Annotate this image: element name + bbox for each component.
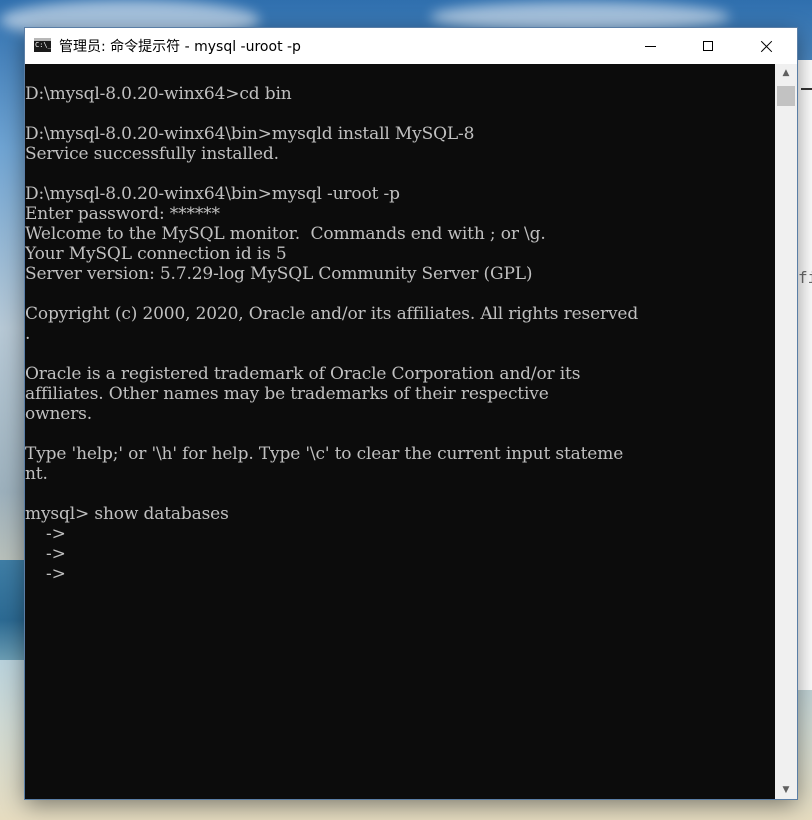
chevron-down-icon: ▼ — [782, 785, 790, 795]
scroll-up-button[interactable]: ▲ — [775, 64, 797, 82]
vertical-scrollbar[interactable]: ▲ ▼ — [775, 64, 797, 799]
scroll-down-button[interactable]: ▼ — [775, 781, 797, 799]
minimize-icon — [644, 45, 656, 47]
console-line: Server version: 5.7.29-log MySQL Communi… — [25, 264, 533, 284]
console-line: Oracle is a registered trademark of Orac… — [25, 364, 581, 384]
console-line: -> — [25, 524, 66, 544]
console-line: Service successfully installed. — [25, 144, 279, 164]
console-line: nt. — [25, 464, 48, 484]
console-line: mysql> show databases — [25, 504, 229, 524]
console-line: Welcome to the MySQL monitor. Commands e… — [25, 224, 546, 244]
maximize-button[interactable] — [679, 28, 737, 64]
console-line: . — [25, 324, 31, 344]
chevron-up-icon: ▲ — [782, 68, 790, 78]
maximize-icon — [703, 41, 713, 51]
cmd-icon: C:\_ — [34, 38, 52, 52]
background-window-edge — [801, 88, 812, 90]
close-button[interactable] — [737, 28, 795, 64]
minimize-button[interactable] — [621, 28, 679, 64]
title-bar[interactable]: C:\_ 管理员: 命令提示符 - mysql -uroot -p — [25, 28, 797, 64]
console-line: D:\mysql-8.0.20-winx64>cd bin — [25, 84, 292, 104]
scrollbar-thumb[interactable] — [777, 86, 795, 106]
background-window-text: fi — [798, 268, 812, 287]
console-line: -> — [25, 544, 66, 564]
console-line: Your MySQL connection id is 5 — [25, 244, 287, 264]
command-prompt-window[interactable]: C:\_ 管理员: 命令提示符 - mysql -uroot -p D:\mys… — [25, 28, 797, 799]
console-line: Enter password: ****** — [25, 204, 220, 224]
console-line: affiliates. Other names may be trademark… — [25, 384, 549, 404]
console-line: Type 'help;' or '\h' for help. Type '\c'… — [25, 444, 624, 464]
console-line: Copyright (c) 2000, 2020, Oracle and/or … — [25, 304, 639, 324]
window-title: 管理员: 命令提示符 - mysql -uroot -p — [59, 39, 301, 55]
console-line: owners. — [25, 404, 92, 424]
console-line: D:\mysql-8.0.20-winx64\bin>mysql -uroot … — [25, 184, 400, 204]
cmd-icon-label: C:\_ — [35, 41, 52, 49]
console-line: D:\mysql-8.0.20-winx64\bin>mysqld instal… — [25, 124, 475, 144]
background-window[interactable]: fi — [797, 60, 812, 690]
console-output[interactable]: D:\mysql-8.0.20-winx64>cd bin D:\mysql-8.… — [25, 64, 775, 799]
close-icon — [760, 40, 773, 53]
console-line: -> — [25, 564, 66, 584]
